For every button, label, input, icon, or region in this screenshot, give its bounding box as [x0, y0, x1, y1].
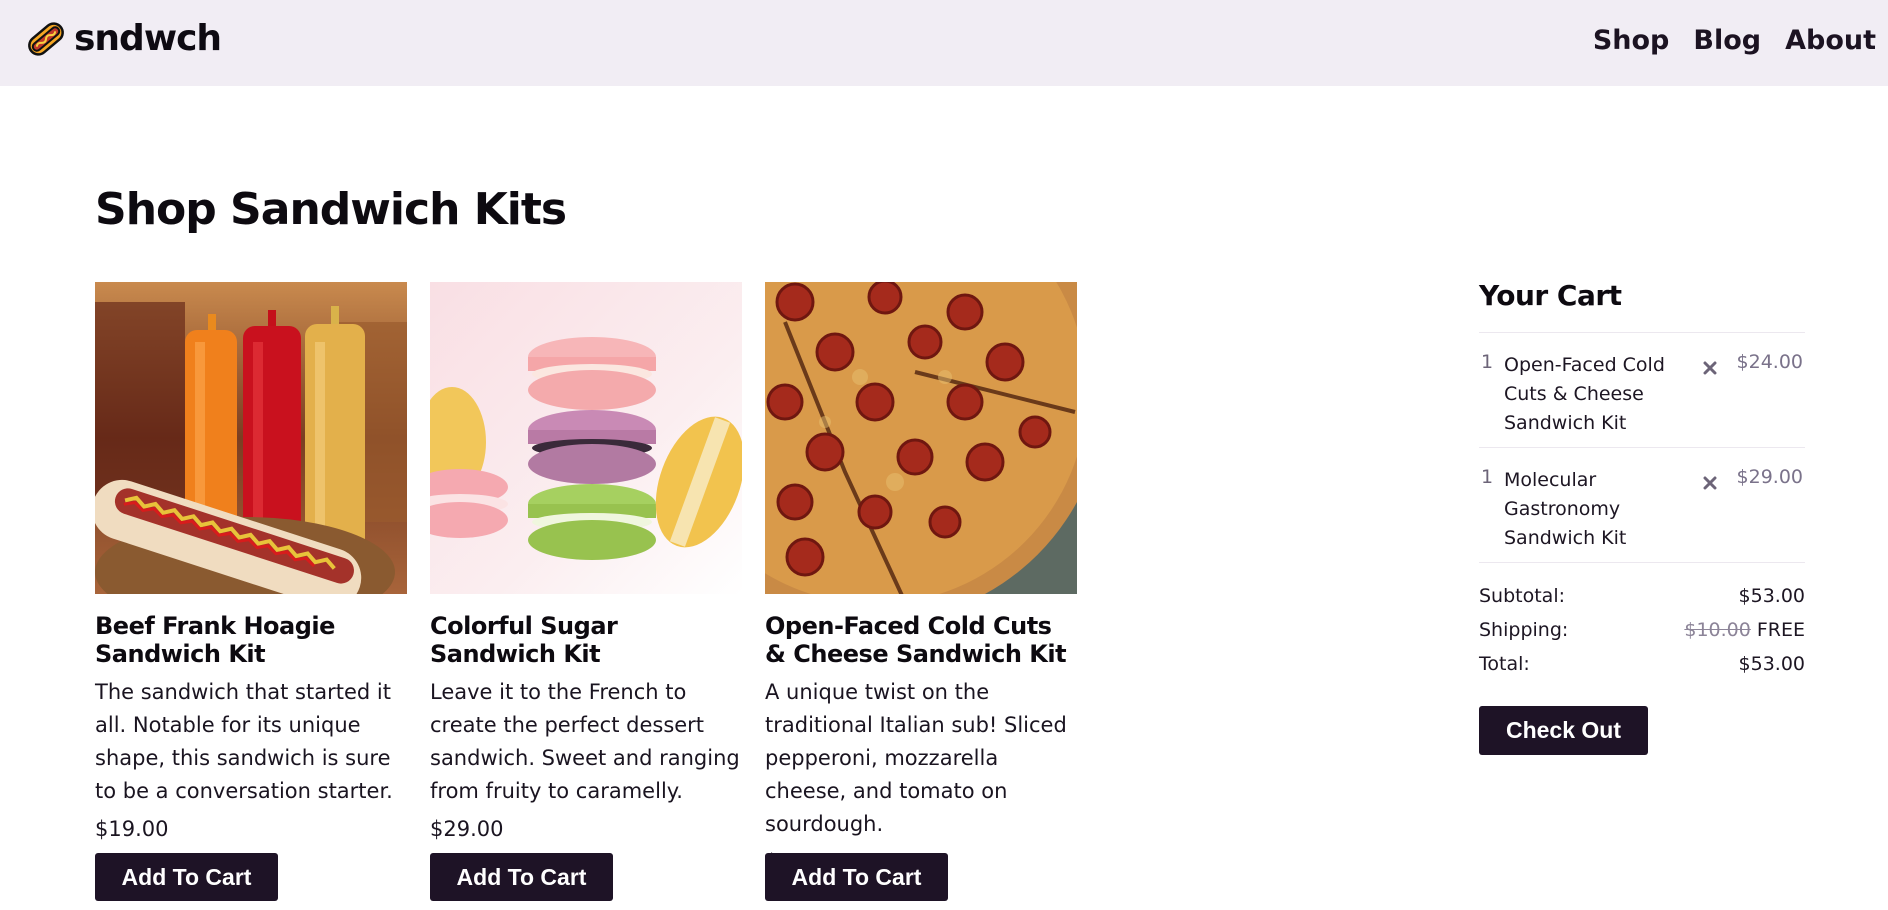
cart-item: 1 Open-Faced Cold Cuts & Cheese Sandwich… [1479, 333, 1805, 448]
nav-about-link[interactable]: About [1785, 20, 1876, 62]
shipping-original-price: $10.00 [1684, 619, 1751, 641]
product-name: Colorful Sugar Sandwich Kit [430, 612, 618, 668]
product-description: Leave it to the French to create the per… [430, 680, 740, 803]
product-name: Open-Faced Cold Cuts & Cheese Sandwich K… [765, 612, 1067, 668]
total-value: $53.00 [1738, 653, 1805, 675]
hot-dog-icon [28, 22, 64, 56]
nav-shop-link[interactable]: Shop [1593, 20, 1670, 62]
remove-item-button[interactable] [1697, 355, 1723, 381]
product-price: $19.00 [95, 817, 169, 841]
shipping-value: FREE [1756, 619, 1805, 641]
add-to-cart-button[interactable]: Add To Cart [765, 853, 948, 901]
cart-item-name: Open-Faced Cold Cuts & Cheese Sandwich K… [1504, 354, 1665, 434]
cart-items-list: 1 Open-Faced Cold Cuts & Cheese Sandwich… [1479, 332, 1805, 563]
page-title: Shop Sandwich Kits [95, 184, 567, 235]
pepperoni-pizza-photo [765, 282, 1077, 594]
product-price: $29.00 [430, 817, 504, 841]
add-to-cart-button[interactable]: Add To Cart [430, 853, 613, 901]
total-label: Total: [1479, 653, 1530, 675]
remove-item-button[interactable] [1697, 470, 1723, 496]
subtotal-label: Subtotal: [1479, 585, 1566, 607]
product-description: The sandwich that started it all. Notabl… [95, 680, 393, 803]
main-nav: Shop Blog About [1593, 20, 1876, 62]
cart-totals: Subtotal: $53.00 Shipping: $10.00 FREE To… [1479, 579, 1805, 681]
close-icon [1703, 361, 1717, 375]
close-icon [1703, 476, 1717, 490]
nav-blog-link[interactable]: Blog [1693, 20, 1761, 62]
cart-item: 1 Molecular Gastronomy Sandwich Kit $29.… [1479, 448, 1805, 563]
brand-logo-link[interactable]: sndwch [26, 18, 222, 60]
checkout-button[interactable]: Check Out [1479, 706, 1648, 755]
cart-title: Your Cart [1479, 279, 1622, 312]
total-row: Total: $53.00 [1479, 647, 1805, 681]
cart-panel: Your Cart 1 Open-Faced Cold Cuts & Chees… [1479, 278, 1805, 755]
product-card: Open-Faced Cold Cuts & Cheese Sandwich K… [765, 282, 1077, 901]
product-name: Beef Frank Hoagie Sandwich Kit [95, 612, 335, 668]
add-to-cart-button[interactable]: Add To Cart [95, 853, 278, 901]
cart-item-price: $24.00 [1736, 351, 1803, 373]
cart-item-price: $29.00 [1736, 466, 1803, 488]
product-card: Beef Frank Hoagie Sandwich Kit The sandw… [95, 282, 407, 901]
cart-item-name: Molecular Gastronomy Sandwich Kit [1504, 469, 1627, 549]
shipping-row: Shipping: $10.00 FREE [1479, 613, 1805, 647]
subtotal-value: $53.00 [1738, 585, 1805, 607]
product-card: Colorful Sugar Sandwich Kit Leave it to … [430, 282, 742, 901]
hot-dog-photo [95, 282, 407, 594]
cart-item-quantity: 1 [1481, 466, 1494, 488]
subtotal-row: Subtotal: $53.00 [1479, 579, 1805, 613]
macarons-photo [430, 282, 742, 594]
brand-name: sndwch [74, 18, 222, 59]
product-description: A unique twist on the traditional Italia… [765, 680, 1067, 836]
shipping-label: Shipping: [1479, 619, 1569, 641]
cart-item-quantity: 1 [1481, 351, 1494, 373]
top-navbar: sndwch Shop Blog About [0, 0, 1888, 86]
